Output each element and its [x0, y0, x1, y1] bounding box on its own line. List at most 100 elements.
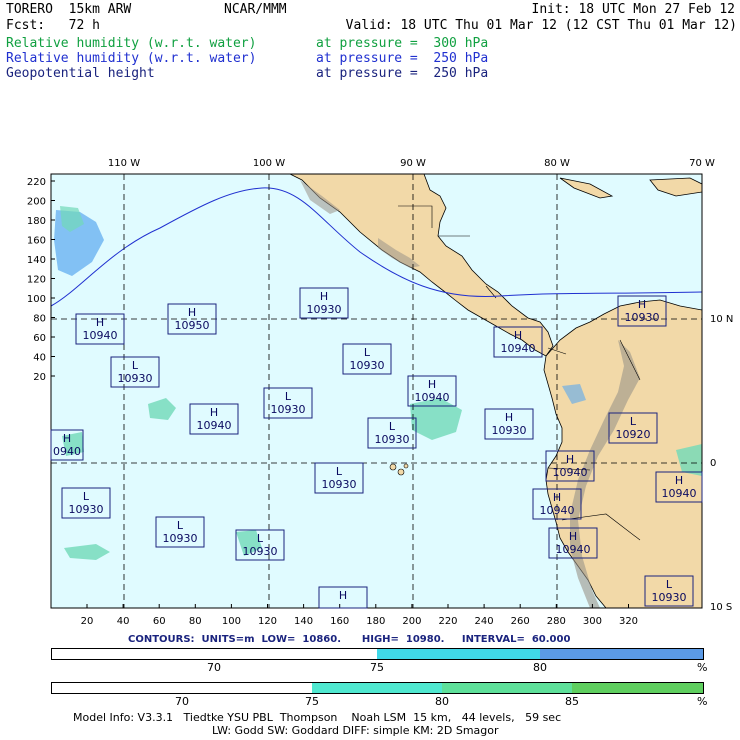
colorbar-rh300: [51, 648, 704, 660]
colorbar-rh300-seg-3: [540, 649, 703, 659]
x-tick-label: 220: [438, 616, 457, 627]
colorbar-rh250-seg-3: [442, 683, 572, 693]
colorbar-rh250-tick-75: 75: [305, 695, 319, 708]
colorbar-rh300-seg-2: [377, 649, 540, 659]
hl-type: L: [364, 346, 371, 359]
land-galapagos-1: [389, 463, 397, 471]
hl-type: L: [177, 519, 184, 532]
hl-type: H: [428, 378, 436, 391]
hl-value: 10940: [501, 342, 536, 355]
x-tick-label: 140: [294, 616, 313, 627]
hl-type: H: [188, 306, 196, 319]
lon-label: 110 W: [108, 158, 140, 169]
colorbar-rh300-tick-80: 80: [533, 661, 547, 674]
hl-type: L: [666, 578, 673, 591]
land-galapagos-3: [403, 463, 409, 469]
lat-label: 0: [710, 458, 716, 469]
hl-type: H: [675, 474, 683, 487]
colorbar-rh250-tick-85: 85: [565, 695, 579, 708]
hl-type: L: [132, 359, 139, 372]
colorbar-rh300-seg-1: [52, 649, 377, 659]
hl-value: 10930: [307, 303, 342, 316]
hl-type: H: [566, 453, 574, 466]
physics-info: LW: Godd SW: Goddard DIFF: simple KM: 2D…: [212, 724, 499, 737]
colorbar-rh250-seg-1: [52, 683, 312, 693]
x-tick-label: 180: [366, 616, 385, 627]
hl-value: 10930: [271, 403, 306, 416]
colorbar-rh300-tick-75: 75: [370, 661, 384, 674]
colorbar-rh250: [51, 682, 704, 694]
y-tick-label: 100: [27, 294, 46, 305]
hl-value: 10930: [652, 591, 687, 604]
x-tick-label: 320: [619, 616, 638, 627]
colorbar-rh300-tick-70: 70: [207, 661, 221, 674]
x-tick-label: 200: [402, 616, 421, 627]
lon-label: 100 W: [253, 158, 285, 169]
hl-type: L: [257, 532, 264, 545]
hl-type: H: [638, 298, 646, 311]
y-tick-label: 40: [33, 353, 46, 364]
hl-value: 10930: [69, 503, 104, 516]
hl-value: 10940: [415, 391, 450, 404]
hl-value: 10940: [83, 329, 118, 342]
x-tick-label: 40: [117, 616, 130, 627]
x-tick-label: 100: [222, 616, 241, 627]
x-tick-label: 20: [81, 616, 94, 627]
colorbar-rh250-seg-4: [572, 683, 703, 693]
hl-value: 10930: [375, 433, 410, 446]
lon-label: 90 W: [400, 158, 426, 169]
colorbar-rh250-unit: %: [697, 695, 708, 708]
hl-value: 10930: [243, 545, 278, 558]
land-galapagos-2: [397, 468, 405, 476]
colorbar-rh250-tick-70: 70: [175, 695, 189, 708]
contours-info: CONTOURS: UNITS=m LOW= 10860. HIGH= 1098…: [128, 634, 571, 645]
hl-value: 0940: [53, 445, 81, 458]
hl-value: 10930: [322, 478, 357, 491]
x-tick-label: 260: [511, 616, 530, 627]
x-tick-label: 300: [583, 616, 602, 627]
hl-type: H: [339, 589, 347, 602]
model-info: Model Info: V3.3.1 Tiedtke YSU PBL Thomp…: [73, 711, 562, 724]
colorbar-rh250-tick-80: 80: [435, 695, 449, 708]
hl-value: 10940: [540, 504, 575, 517]
x-tick-label: 120: [258, 616, 277, 627]
x-tick-label: 160: [330, 616, 349, 627]
hl-type: H: [505, 411, 513, 424]
hl-type: L: [83, 490, 90, 503]
weather-map: 110 W 100 W 90 W 80 W 70 W 10 N 0 10 S 220 200 180…: [27, 158, 733, 627]
lon-label: 80 W: [544, 158, 570, 169]
hl-value: 10930: [625, 311, 660, 324]
hl-value: 10940: [553, 466, 588, 479]
hl-value: 10940: [197, 419, 232, 432]
y-tick-label: 160: [27, 236, 46, 247]
hl-value: 10950: [175, 319, 210, 332]
colorbar-rh250-seg-2: [312, 683, 442, 693]
hl-value: 10930: [118, 372, 153, 385]
hl-type: H: [96, 316, 104, 329]
y-tick-label: 20: [33, 372, 46, 383]
x-tick-label: 60: [153, 616, 166, 627]
y-tick-label: 140: [27, 255, 46, 266]
hl-value: 10920: [616, 428, 651, 441]
hl-type: H: [514, 329, 522, 342]
lon-label: 70 W: [689, 158, 715, 169]
hl-type: H: [569, 530, 577, 543]
x-tick-label: 80: [189, 616, 202, 627]
hl-type: H: [553, 491, 561, 504]
hl-value: 10930: [350, 359, 385, 372]
hl-value: 10940: [556, 543, 591, 556]
y-tick-label: 200: [27, 197, 46, 208]
hl-value: 10930: [492, 424, 527, 437]
hl-type: L: [336, 465, 343, 478]
hl-type: H: [63, 432, 71, 445]
hl-type: L: [285, 390, 292, 403]
lat-label: 10 N: [710, 314, 733, 325]
y-tick-label: 80: [33, 314, 46, 325]
colorbar-rh300-unit: %: [697, 661, 708, 674]
x-tick-label: 280: [547, 616, 566, 627]
y-tick-label: 60: [33, 333, 46, 344]
y-tick-label: 180: [27, 216, 46, 227]
lat-label: 10 S: [710, 602, 732, 613]
hl-type: L: [389, 420, 396, 433]
x-tick-label: 240: [475, 616, 494, 627]
